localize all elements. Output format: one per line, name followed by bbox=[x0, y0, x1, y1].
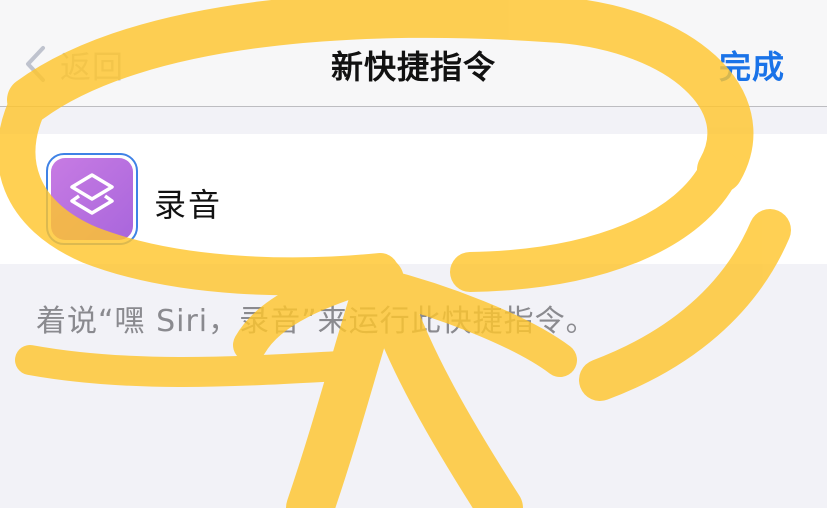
shortcut-card: 录音 bbox=[0, 134, 827, 264]
page-title: 新快捷指令 bbox=[330, 48, 496, 86]
shortcut-icon-button[interactable] bbox=[46, 153, 138, 245]
navigation-bar: 返回 新快捷指令 完成 bbox=[0, 0, 827, 107]
siri-hint-text: 着说“嘿 Siri，录音”来运行此快捷指令。 bbox=[36, 304, 597, 339]
shortcut-name[interactable]: 录音 bbox=[154, 180, 222, 226]
done-button[interactable]: 完成 bbox=[719, 42, 785, 88]
shortcuts-layers-icon bbox=[51, 158, 133, 240]
